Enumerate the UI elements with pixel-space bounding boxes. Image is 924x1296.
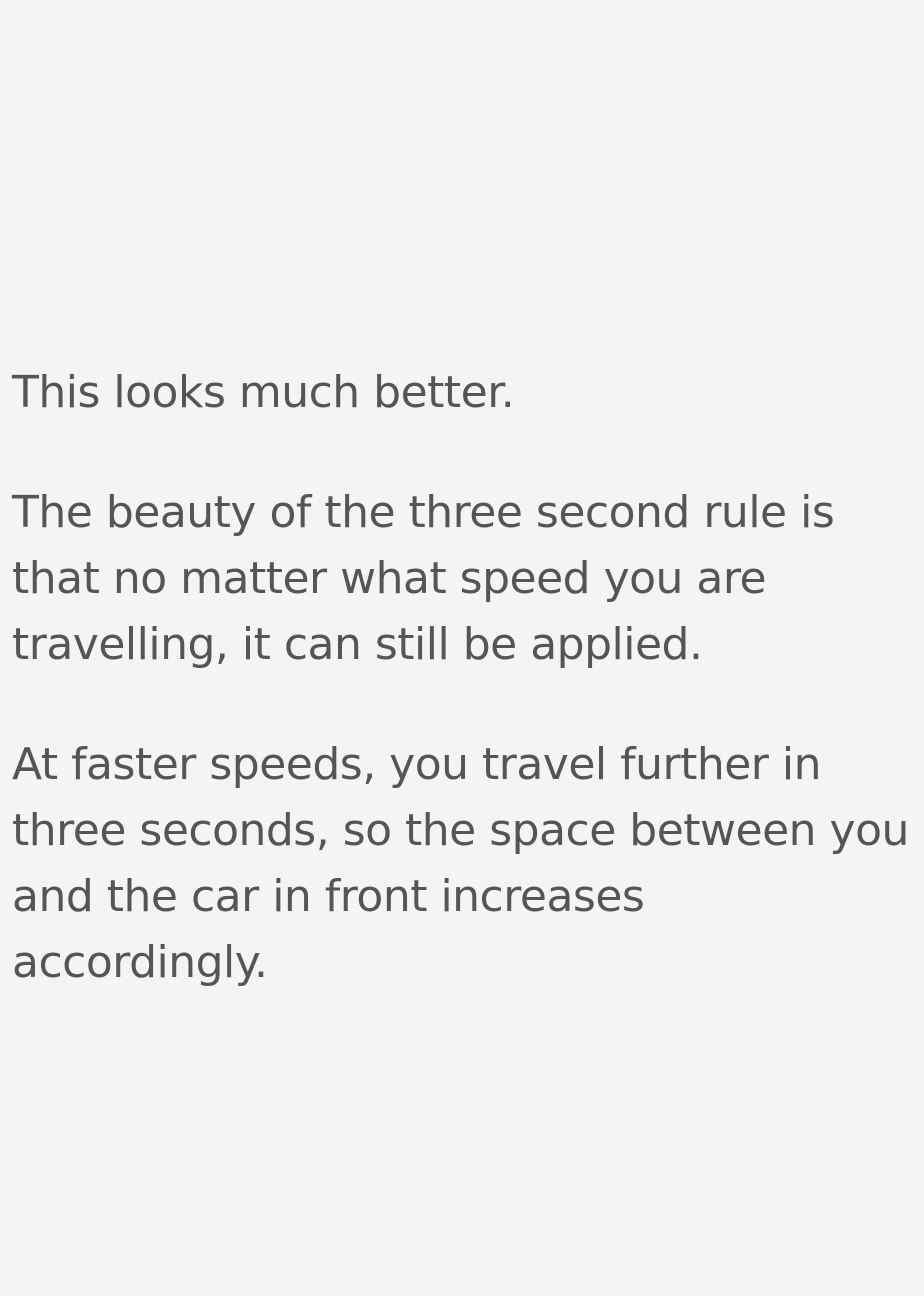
paragraph-faster-speeds: At faster speeds, you travel further in … bbox=[12, 739, 909, 988]
paragraph-intro: This looks much better. bbox=[12, 367, 515, 418]
text-content: This looks much better. The beauty of th… bbox=[12, 360, 912, 1050]
paragraph-three-second-rule: The beauty of the three second rule is t… bbox=[12, 487, 835, 670]
